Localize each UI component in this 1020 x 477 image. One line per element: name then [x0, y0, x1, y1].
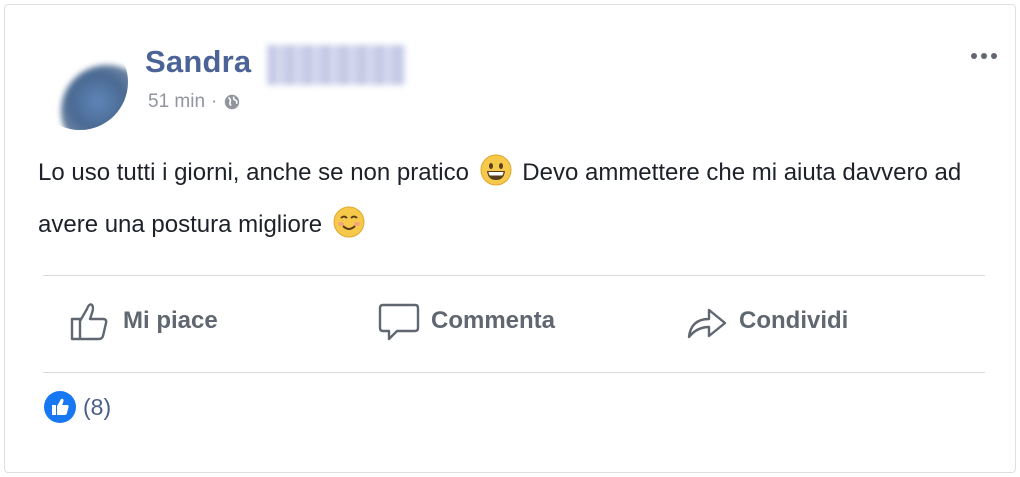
globe-icon[interactable]	[223, 93, 241, 111]
share-button[interactable]: Condividi	[685, 295, 848, 347]
comment-button[interactable]: Commenta	[377, 295, 555, 347]
share-label: Condividi	[739, 307, 849, 334]
like-badge-icon	[44, 391, 76, 423]
divider-bottom	[43, 372, 985, 373]
post-card: Sandra 51 min · Lo uso tutti i giorni, a…	[4, 4, 1016, 473]
post-timestamp[interactable]: 51 min	[148, 91, 205, 113]
post-meta: 51 min ·	[148, 91, 241, 113]
comment-icon	[378, 303, 420, 341]
share-arrow-icon	[687, 308, 727, 339]
blurred-surname	[267, 45, 405, 85]
comment-label: Commenta	[431, 307, 556, 334]
avatar[interactable]	[32, 34, 128, 130]
post-body: Lo uso tutti i giorni, anche se non prat…	[38, 147, 998, 251]
like-button[interactable]: Mi piace	[69, 295, 218, 347]
more-options-icon[interactable]	[971, 49, 1001, 63]
meta-separator: ·	[211, 91, 218, 112]
divider-top	[43, 275, 985, 276]
reaction-count: (8)	[83, 393, 112, 420]
smiling-face-emoji	[333, 206, 365, 238]
avatar-image	[61, 65, 128, 130]
post-text-part1: Lo uso tutti i giorni, anche se non prat…	[38, 159, 469, 186]
thumbs-up-icon	[70, 303, 108, 341]
reactions-summary[interactable]: (8)	[43, 390, 111, 424]
grinning-face-emoji	[480, 154, 512, 186]
like-label: Mi piace	[123, 307, 218, 334]
author-name[interactable]: Sandra	[145, 44, 251, 80]
